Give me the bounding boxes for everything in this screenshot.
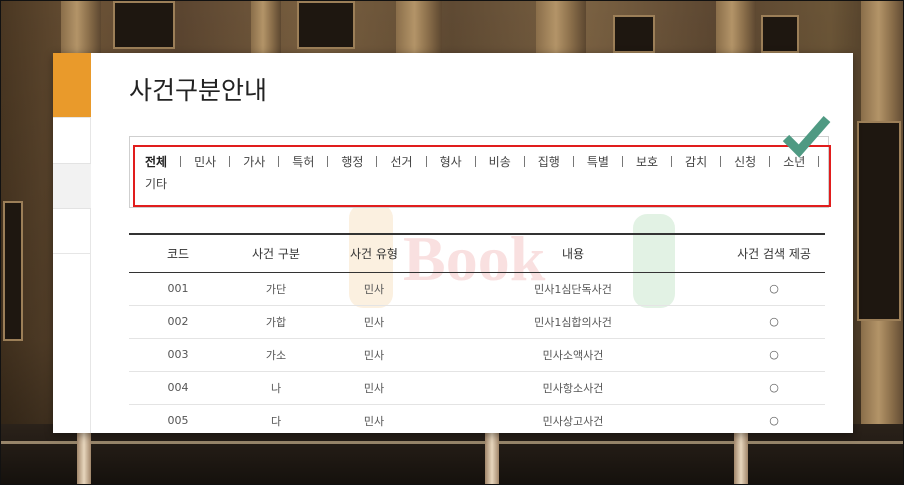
table-row: 004 나 민사 민사항소사건 ○ — [129, 371, 825, 404]
building-window — [613, 15, 655, 53]
filter-separator — [671, 155, 673, 167]
filter-civil[interactable]: 민사 — [194, 154, 243, 169]
filter-label: 특허 — [292, 154, 315, 169]
filter-separator — [327, 155, 329, 167]
table-header-row: 코드 사건 구분 사건 유형 내용 사건 검색 제공 — [129, 234, 825, 272]
page-title: 사건구분안내 — [129, 76, 268, 105]
filter-separator — [474, 155, 476, 167]
cell-type: 민사 — [363, 282, 385, 296]
building-window — [761, 15, 799, 53]
header-type: 사건 유형 — [350, 246, 398, 261]
filter-separator — [278, 155, 280, 167]
cell-code: 004 — [167, 381, 189, 394]
cell-type: 민사 — [363, 315, 385, 329]
filter-label: 가사 — [243, 154, 266, 169]
filter-special[interactable]: 특별 — [586, 154, 636, 169]
check-icon — [782, 116, 831, 158]
filter-label: 보호 — [635, 154, 659, 169]
filter-election[interactable]: 선거 — [390, 154, 439, 169]
filter-patent[interactable]: 특허 — [292, 154, 341, 169]
cell-category: 나 — [270, 381, 282, 395]
bollard — [485, 428, 499, 484]
sidebar-divider — [53, 117, 91, 118]
filter-label: 전체 — [145, 154, 168, 169]
filter-label: 특별 — [586, 154, 609, 169]
table-row: 005 다 민사 민사상고사건 ○ — [129, 404, 825, 433]
filter-execution[interactable]: 집행 — [537, 154, 587, 169]
cell-search-available: ○ — [769, 348, 779, 361]
cell-description: 민사상고사건 — [542, 414, 604, 428]
cell-type: 민사 — [363, 348, 385, 362]
cell-description: 민사항소사건 — [542, 381, 604, 395]
cell-code: 001 — [167, 282, 189, 295]
filter-application[interactable]: 신청 — [734, 154, 783, 169]
table-row: 001 가단 민사 민사1심단독사건 ○ — [129, 272, 825, 305]
filter-label: 형사 — [439, 154, 462, 169]
filter-label: 집행 — [537, 154, 560, 169]
cell-search-available: ○ — [769, 282, 779, 295]
filter-all[interactable]: 전체 — [145, 154, 194, 169]
filter-label: 감치 — [685, 154, 708, 169]
content-card: Book 사건구분안내 전체 민사 가사 특허 행정 선거 형사 비송 집행 특… — [53, 53, 853, 433]
filter-separator — [523, 155, 525, 167]
cell-type: 민사 — [363, 414, 385, 428]
filter-separator — [425, 155, 427, 167]
building-window — [297, 1, 355, 49]
filter-separator — [376, 155, 378, 167]
railing — [1, 441, 903, 444]
cell-category: 가단 — [265, 282, 287, 296]
cell-category: 다 — [270, 414, 282, 428]
building-window — [3, 201, 23, 341]
filter-separator — [229, 155, 231, 167]
sidebar-item[interactable] — [53, 163, 91, 209]
bollard — [77, 428, 91, 484]
case-type-filter-list: 전체 민사 가사 특허 행정 선거 형사 비송 집행 특별 보호 감치 신청 소… — [145, 154, 835, 191]
cell-search-available: ○ — [769, 381, 779, 394]
cell-type: 민사 — [363, 381, 385, 395]
filter-other[interactable]: 기타 — [145, 176, 168, 191]
case-table: 코드 사건 구분 사건 유형 내용 사건 검색 제공 001 가단 민사 민사1… — [129, 233, 825, 433]
filter-protection[interactable]: 보호 — [635, 154, 685, 169]
filter-criminal[interactable]: 형사 — [439, 154, 489, 169]
cell-description: 민사1심합의사건 — [534, 315, 612, 329]
filter-label: 신청 — [734, 154, 757, 169]
ground — [1, 424, 903, 484]
header-description: 내용 — [561, 246, 585, 261]
filter-separator — [769, 155, 771, 167]
cell-category: 가소 — [265, 348, 287, 362]
table-row: 002 가합 민사 민사1심합의사건 ○ — [129, 305, 825, 338]
filter-label: 비송 — [488, 154, 511, 169]
filter-administrative[interactable]: 행정 — [341, 154, 390, 169]
header-search-available: 사건 검색 제공 — [737, 246, 811, 261]
building-window — [857, 121, 901, 321]
sidebar-divider — [53, 253, 91, 254]
filter-separator — [572, 155, 574, 167]
bollard — [734, 428, 748, 484]
sidebar — [53, 53, 91, 433]
filter-separator — [720, 155, 722, 167]
building-window — [113, 1, 175, 49]
cell-code: 005 — [167, 414, 189, 427]
filter-label: 기타 — [145, 176, 168, 191]
cell-search-available: ○ — [769, 414, 779, 427]
filter-label: 민사 — [194, 154, 217, 169]
filter-non-contentious[interactable]: 비송 — [488, 154, 538, 169]
cell-description: 민사소액사건 — [542, 348, 604, 362]
case-type-table: 코드 사건 구분 사건 유형 내용 사건 검색 제공 001 가단 민사 민사1… — [129, 233, 825, 433]
sidebar-accent — [53, 53, 91, 117]
filter-label: 선거 — [390, 154, 413, 169]
table-row: 003 가소 민사 민사소액사건 ○ — [129, 338, 825, 371]
cell-category: 가합 — [265, 315, 287, 329]
filter-detention[interactable]: 감치 — [685, 154, 734, 169]
filter-label: 행정 — [341, 154, 364, 169]
filter-family[interactable]: 가사 — [243, 154, 292, 169]
header-category: 사건 구분 — [252, 246, 300, 261]
filter-separator — [180, 155, 182, 167]
cell-code: 002 — [167, 315, 189, 328]
filter-separator — [621, 155, 623, 167]
cell-code: 003 — [167, 348, 189, 361]
cell-description: 민사1심단독사건 — [534, 282, 612, 296]
cell-search-available: ○ — [769, 315, 779, 328]
header-code: 코드 — [166, 246, 190, 261]
